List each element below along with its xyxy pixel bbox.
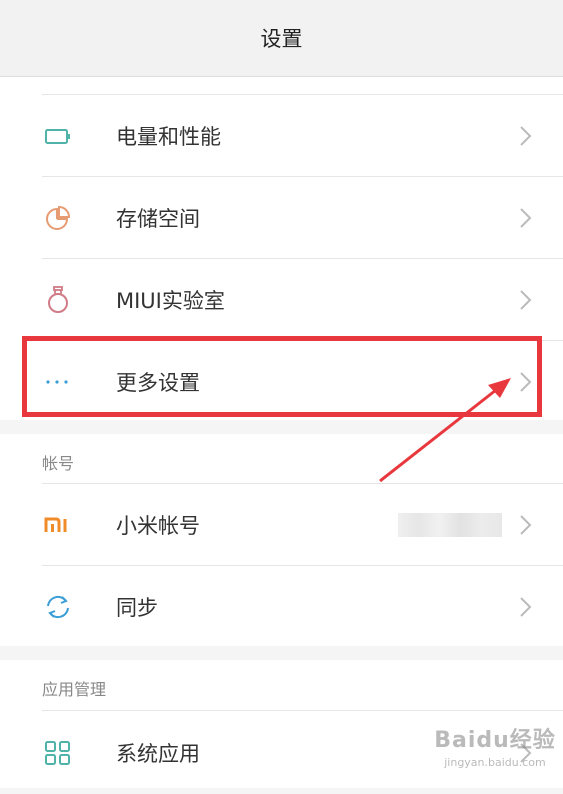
settings-group-apps: 应用管理 系统应用 [0,660,563,788]
settings-item-sync[interactable]: 同步 [0,566,563,648]
mi-logo-icon [44,517,67,532]
chevron-right-icon [520,208,532,228]
page-title: 设置 [260,27,303,51]
more-dots-icon [46,380,68,384]
settings-item-label: MIUI实验室 [116,289,225,313]
storage-pie-icon [46,205,71,230]
lab-flask-icon [48,286,68,313]
settings-item-system-apps[interactable]: 系统应用 [0,712,563,794]
settings-item-more-settings[interactable]: 更多设置 [0,341,563,423]
sync-icon [47,595,69,619]
settings-item-label: 系统应用 [116,742,200,766]
settings-item-battery[interactable]: 电量和性能 [0,95,563,177]
settings-item-miui-lab[interactable]: MIUI实验室 [0,259,563,341]
divider [42,710,563,711]
settings-item-label: 小米帐号 [116,514,200,538]
chevron-right-icon [520,126,532,146]
chevron-right-icon [520,515,532,535]
apps-grid-icon [45,741,70,765]
settings-group-system: 电量和性能 存储空间 MIUI实验室 更多设置 [0,77,563,420]
settings-item-label: 更多设置 [116,371,200,395]
account-id-blurred [398,513,502,537]
chevron-right-icon [520,597,532,617]
settings-item-storage[interactable]: 存储空间 [0,177,563,259]
settings-item-label: 存储空间 [116,207,200,231]
section-header: 帐号 [42,454,75,473]
section-header: 应用管理 [42,680,107,699]
settings-item-label: 电量和性能 [116,125,221,149]
battery-icon [45,129,70,144]
chevron-right-icon [520,290,532,310]
chevron-right-icon [520,372,532,392]
chevron-right-icon [520,743,532,763]
settings-group-account: 帐号 小米帐号 同步 [0,434,563,646]
settings-item-mi-account[interactable]: 小米帐号 [0,484,563,566]
title-bar: 设置 [0,0,563,77]
settings-item-label: 同步 [116,596,158,620]
